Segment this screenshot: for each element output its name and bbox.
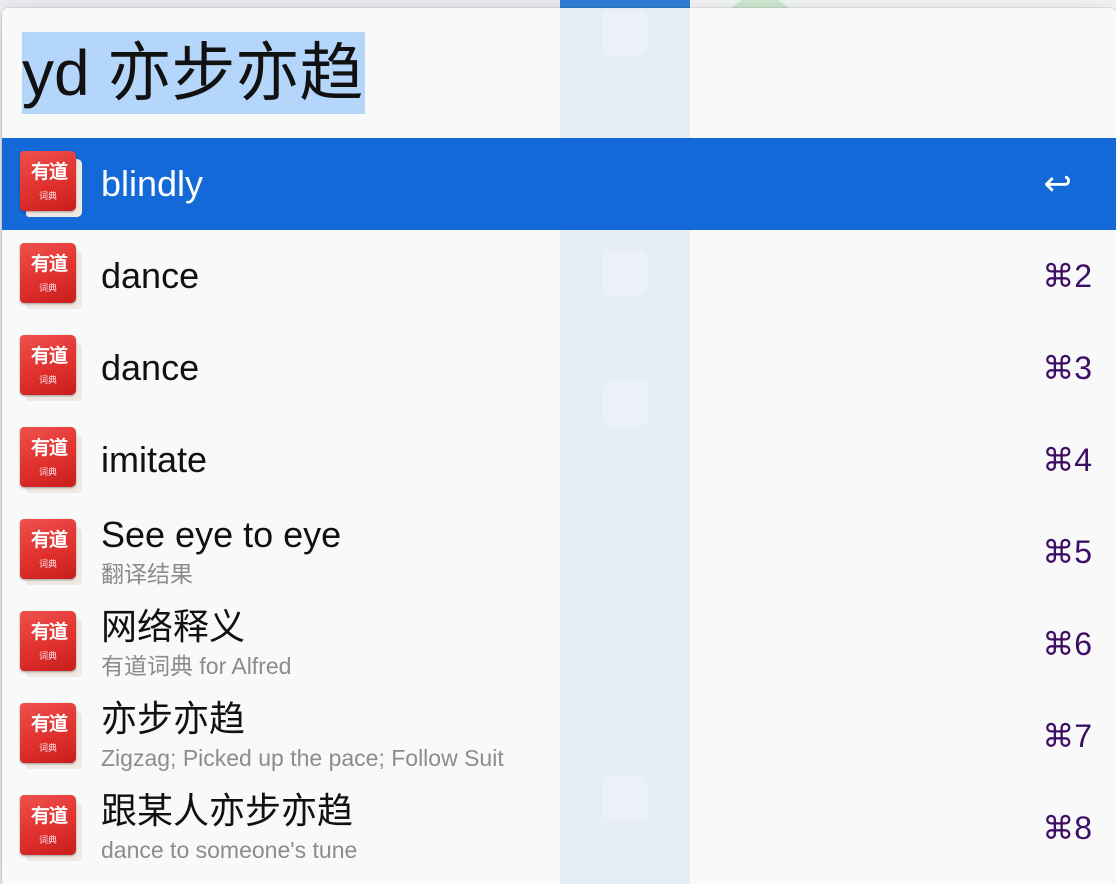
result-row-7[interactable]: 有道 词典 亦步亦趋 Zigzag; Picked up the pace; Fo…: [2, 690, 1116, 782]
result-row-5[interactable]: 有道 词典 See eye to eye 翻译结果 ⌘5: [2, 506, 1116, 598]
result-subtitle: Zigzag; Picked up the pace; Follow Suit: [101, 745, 504, 771]
result-title: imitate: [101, 439, 208, 480]
result-title: 亦步亦趋: [101, 698, 246, 739]
result-title: dance: [101, 255, 200, 296]
result-title: See eye to eye: [101, 514, 342, 555]
query-row: yd 亦步亦趋: [2, 8, 1116, 138]
result-shortcut: ⌘2: [1042, 258, 1092, 294]
return-key-icon: ↩: [1043, 165, 1073, 203]
alfred-window: yd 亦步亦趋 有道 词典 blindly ↩ 有道 词典 dance ⌘2 有道词…: [2, 8, 1116, 884]
result-subtitle: 有道词典 for Alfred: [101, 653, 292, 679]
youdao-dictionary-icon: 有道 词典: [20, 427, 84, 493]
result-shortcut: ⌘3: [1042, 350, 1092, 386]
results-list: 有道 词典 blindly ↩ 有道 词典 dance ⌘2 有道 词典 dance …: [2, 138, 1116, 874]
result-shortcut: ⌘6: [1042, 626, 1092, 662]
youdao-dictionary-icon: 有道 词典: [20, 519, 84, 585]
result-title: dance: [101, 347, 200, 388]
youdao-dictionary-icon: 有道 词典: [20, 335, 84, 401]
result-title: 网络释义: [101, 606, 246, 647]
result-row-6[interactable]: 有道 词典 网络释义 有道词典 for Alfred ⌘6: [2, 598, 1116, 690]
result-row-3[interactable]: 有道 词典 dance ⌘3: [2, 322, 1116, 414]
result-shortcut: ⌘5: [1042, 534, 1092, 570]
youdao-dictionary-icon: 有道 词典: [20, 611, 84, 677]
result-subtitle: dance to someone's tune: [101, 837, 358, 863]
result-title: blindly: [101, 163, 204, 204]
youdao-dictionary-icon: 有道 词典: [20, 243, 84, 309]
youdao-dictionary-icon: 有道 词典: [20, 795, 84, 861]
result-title: 跟某人亦步亦趋: [101, 790, 354, 831]
result-shortcut: ⌘8: [1042, 810, 1092, 846]
result-shortcut: ⌘4: [1042, 442, 1092, 478]
youdao-dictionary-icon: 有道 词典: [20, 151, 84, 217]
result-shortcut: ⌘7: [1042, 718, 1092, 754]
result-row-1[interactable]: 有道 词典 blindly ↩: [2, 138, 1116, 230]
result-subtitle: 翻译结果: [101, 561, 193, 587]
result-row-2[interactable]: 有道 词典 dance ⌘2: [2, 230, 1116, 322]
search-input[interactable]: yd 亦步亦趋: [22, 32, 366, 114]
result-row-8[interactable]: 有道 词典 跟某人亦步亦趋 dance to someone's tune ⌘8: [2, 782, 1116, 874]
result-row-4[interactable]: 有道 词典 imitate ⌘4: [2, 414, 1116, 506]
youdao-dictionary-icon: 有道 词典: [20, 703, 84, 769]
